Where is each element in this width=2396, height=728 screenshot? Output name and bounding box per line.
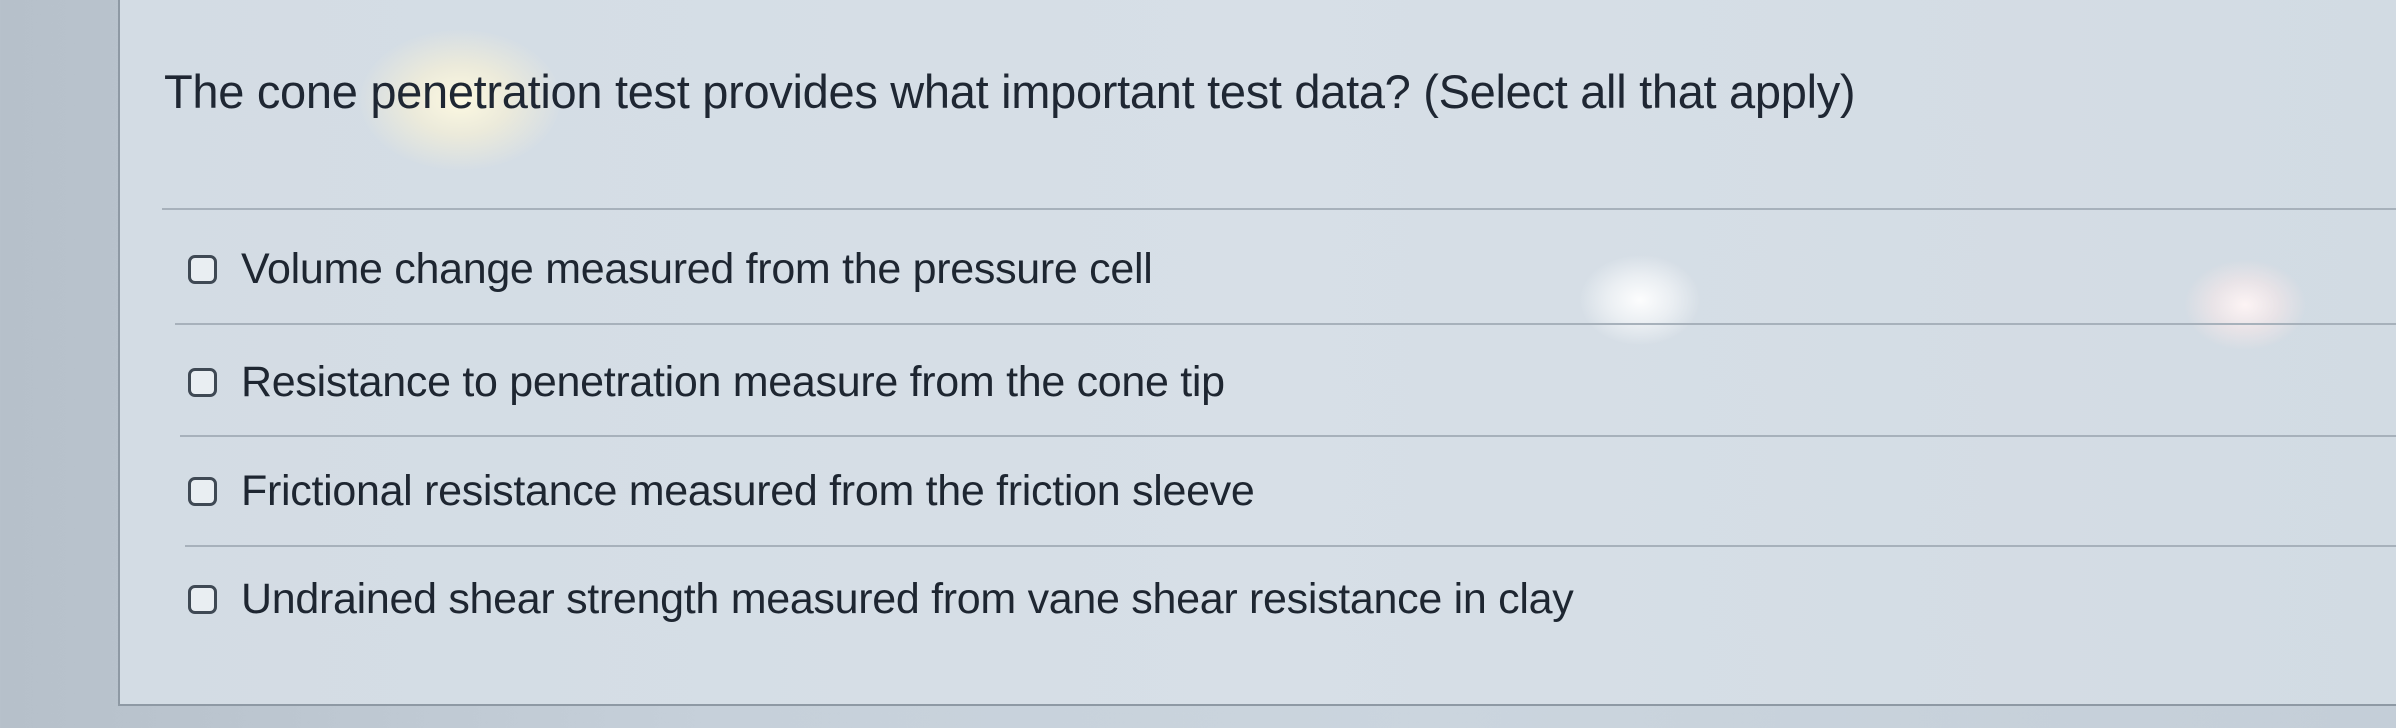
option-label: Resistance to penetration measure from t…	[241, 357, 1225, 406]
divider	[185, 545, 2396, 547]
checkbox[interactable]	[188, 367, 217, 397]
checkbox[interactable]	[188, 254, 217, 284]
checkbox[interactable]	[188, 476, 217, 506]
checkbox[interactable]	[188, 584, 217, 614]
answer-option-undrained-shear[interactable]: Undrained shear strength measured from v…	[188, 569, 1574, 629]
divider	[175, 323, 2396, 325]
divider	[162, 208, 2396, 210]
option-label: Undrained shear strength measured from v…	[241, 574, 1574, 623]
answer-option-cone-tip-resistance[interactable]: Resistance to penetration measure from t…	[188, 352, 1225, 412]
divider	[180, 435, 2396, 437]
answer-option-volume-change[interactable]: Volume change measured from the pressure…	[188, 239, 1153, 299]
answer-option-sleeve-friction[interactable]: Frictional resistance measured from the …	[188, 461, 1255, 521]
option-label: Frictional resistance measured from the …	[241, 466, 1255, 515]
option-label: Volume change measured from the pressure…	[241, 244, 1153, 293]
question-prompt: The cone penetration test provides what …	[164, 65, 1856, 118]
